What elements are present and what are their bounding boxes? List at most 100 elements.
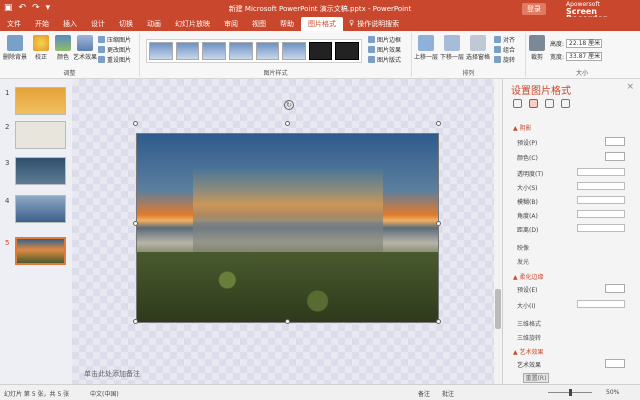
ribbon: 删除背景 校正 颜色 艺术效果 压缩图片 更改图片 重设图片 调整 图片边框 图… xyxy=(0,31,640,79)
effects-icon[interactable] xyxy=(529,99,538,108)
picture-icon[interactable] xyxy=(561,99,570,108)
notes-button[interactable]: 备注 xyxy=(418,389,430,398)
lightbulb-icon: ♀ xyxy=(349,19,355,27)
resize-handle[interactable] xyxy=(285,319,290,324)
group-button[interactable]: 组合 xyxy=(494,45,515,54)
style-thumbnail[interactable] xyxy=(335,42,359,60)
spin-input[interactable] xyxy=(577,168,625,176)
send-backward-button[interactable]: 下移一层 xyxy=(440,35,464,61)
selection-pane-button[interactable]: 选择窗格 xyxy=(466,35,490,61)
style-thumbnail[interactable] xyxy=(175,42,200,60)
tab-0[interactable]: 文件 xyxy=(0,17,28,31)
fill-line-icon[interactable] xyxy=(513,99,522,108)
tab-3[interactable]: 设计 xyxy=(84,17,112,31)
tab-5[interactable]: 动画 xyxy=(140,17,168,31)
selection-pane-icon xyxy=(470,35,486,51)
zoom-level[interactable]: 50% xyxy=(606,389,619,396)
dropdown-control[interactable] xyxy=(605,152,625,161)
width-input[interactable]: 33.87 厘米 xyxy=(566,52,603,61)
style-thumbnail[interactable] xyxy=(255,42,280,60)
reset-icon xyxy=(98,56,105,63)
section-header[interactable]: ▲ 柔化边缘 xyxy=(513,272,544,281)
resize-handle[interactable] xyxy=(436,221,441,226)
option-label: 预设(E) xyxy=(517,287,538,294)
slide-thumbnail-5[interactable] xyxy=(15,237,66,265)
option-label: 大小(I) xyxy=(517,303,536,310)
artistic-effects-button[interactable]: 艺术效果 xyxy=(72,35,98,61)
height-input[interactable]: 22.18 厘米 xyxy=(566,39,603,48)
spin-input[interactable] xyxy=(577,182,625,190)
remove-background-button[interactable]: 删除背景 xyxy=(2,35,28,61)
selected-picture[interactable] xyxy=(136,133,439,323)
tab-1[interactable]: 开始 xyxy=(28,17,56,31)
dropdown-control[interactable] xyxy=(605,359,625,368)
notes-placeholder[interactable]: 单击此处添加备注 xyxy=(84,369,140,379)
spin-input[interactable] xyxy=(577,300,625,308)
vertical-scrollbar[interactable] xyxy=(494,79,502,384)
option-label[interactable]: 发光 xyxy=(517,257,529,266)
crop-button[interactable]: 裁剪 xyxy=(528,35,546,61)
tab-10[interactable]: 图片格式 xyxy=(301,17,343,31)
tab-4[interactable]: 切换 xyxy=(112,17,140,31)
style-thumbnail[interactable] xyxy=(308,42,333,60)
slide-thumbnail-3[interactable] xyxy=(15,157,66,185)
group-icon xyxy=(494,46,501,53)
tab-9[interactable]: 帮助 xyxy=(273,17,301,31)
dropdown-control[interactable] xyxy=(605,137,625,146)
slide-thumbnail-pane: 1 2 3 4 5 xyxy=(0,79,72,384)
zoom-slider-knob[interactable] xyxy=(569,389,572,396)
style-thumbnail[interactable] xyxy=(282,42,306,60)
resize-handle[interactable] xyxy=(436,121,441,126)
language-indicator[interactable]: 中文(中国) xyxy=(90,389,119,398)
slide-number: 4 xyxy=(5,197,10,205)
bring-forward-button[interactable]: 上移一层 xyxy=(414,35,438,61)
slide-thumbnail-2[interactable] xyxy=(15,121,66,149)
ribbon-tabs: 文件 开始 插入 设计 切换 动画 幻灯片放映 审阅 视图 帮助 图片格式 ♀ 操作说明搜索 xyxy=(0,17,640,31)
picture-styles-gallery[interactable] xyxy=(146,39,362,63)
slide-thumbnail-1[interactable] xyxy=(15,87,66,115)
reset-picture-button[interactable]: 重设图片 xyxy=(98,55,131,64)
rotate-handle-icon[interactable]: ↻ xyxy=(284,100,294,110)
style-thumbnail[interactable] xyxy=(202,42,226,60)
scrollbar-thumb[interactable] xyxy=(495,289,501,329)
spin-input[interactable] xyxy=(577,210,625,218)
tab-2[interactable]: 插入 xyxy=(56,17,84,31)
change-picture-button[interactable]: 更改图片 xyxy=(98,45,131,54)
option-label: 透明度(T) xyxy=(517,171,544,178)
resize-handle[interactable] xyxy=(133,319,138,324)
picture-border-button[interactable]: 图片边框 xyxy=(368,35,401,44)
picture-layout-button[interactable]: 图片版式 xyxy=(368,55,401,64)
option-label[interactable]: 三维格式 xyxy=(517,319,541,328)
rotate-button[interactable]: 旋转 xyxy=(494,55,515,64)
resize-handle[interactable] xyxy=(133,121,138,126)
slide-thumbnail-4[interactable] xyxy=(15,195,66,223)
resize-handle[interactable] xyxy=(133,221,138,226)
resize-handle[interactable] xyxy=(436,319,441,324)
tell-me-search[interactable]: ♀ 操作说明搜索 xyxy=(343,17,405,31)
compress-pictures-button[interactable]: 压缩图片 xyxy=(98,35,131,44)
tab-8[interactable]: 视图 xyxy=(245,17,273,31)
comments-button[interactable]: 批注 xyxy=(442,389,454,398)
align-button[interactable]: 对齐 xyxy=(494,35,515,44)
size-properties-icon[interactable] xyxy=(545,99,554,108)
style-thumbnail[interactable] xyxy=(149,42,173,60)
tab-7[interactable]: 审阅 xyxy=(217,17,245,31)
reset-button[interactable]: 重置(R) xyxy=(523,373,549,383)
section-header[interactable]: ▲ 艺术效果 xyxy=(513,347,544,356)
slide-number: 3 xyxy=(5,159,10,167)
close-icon[interactable]: × xyxy=(626,82,634,92)
dropdown-control[interactable] xyxy=(605,284,625,293)
option-label[interactable]: 映像 xyxy=(517,243,529,252)
tab-6[interactable]: 幻灯片放映 xyxy=(168,17,217,31)
picture-effects-button[interactable]: 图片效果 xyxy=(368,45,401,54)
size-group: 裁剪 高度: 22.18 厘米 宽度: 33.87 厘米 大小 xyxy=(526,33,638,77)
spin-input[interactable] xyxy=(577,224,625,232)
slide-canvas[interactable]: ↻ 单击此处添加备注 xyxy=(72,79,502,384)
resize-handle[interactable] xyxy=(285,121,290,126)
section-header[interactable]: ▲ 阴影 xyxy=(513,123,532,132)
spin-input[interactable] xyxy=(577,196,625,204)
option-label[interactable]: 三维旋转 xyxy=(517,333,541,342)
style-thumbnail[interactable] xyxy=(228,42,253,60)
adjust-group: 删除背景 校正 颜色 艺术效果 压缩图片 更改图片 重设图片 调整 xyxy=(0,33,140,77)
login-button[interactable]: 登录 xyxy=(522,3,546,15)
